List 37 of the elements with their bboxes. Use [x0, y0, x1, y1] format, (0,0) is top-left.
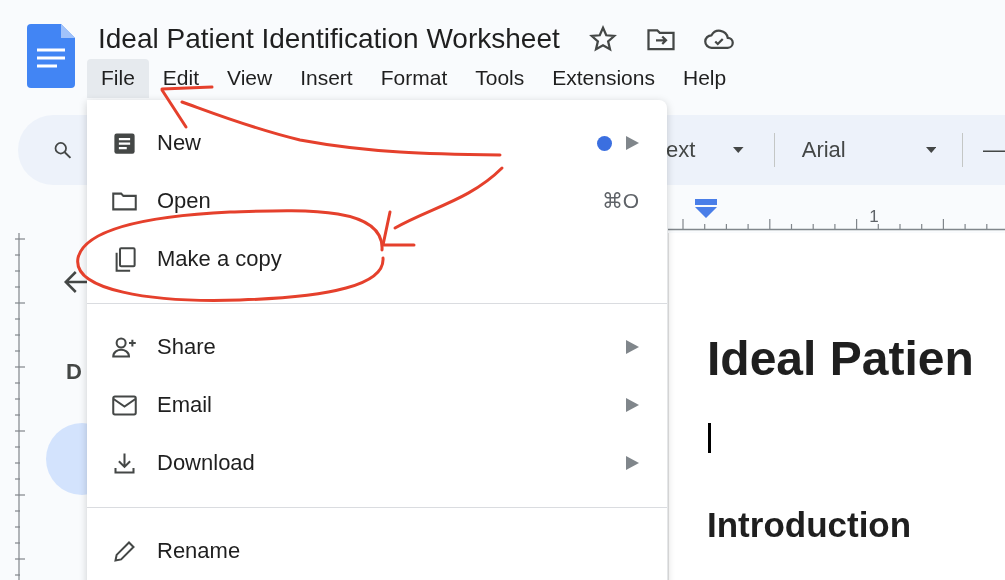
menu-entry[interactable]: Email [87, 376, 667, 434]
menu-item[interactable]: Insert [286, 59, 367, 98]
menu-entry-label: New [157, 130, 201, 156]
menu-entry[interactable]: Download [87, 434, 667, 492]
document-title[interactable]: Ideal Patient Identification Worksheet [98, 23, 560, 55]
menu-item[interactable]: View [213, 59, 287, 98]
menu-item[interactable]: Format [366, 59, 462, 98]
style-dropdown[interactable]: ext [666, 137, 696, 163]
menu-item[interactable]: File [87, 59, 149, 98]
ruler-number: 1 [869, 207, 879, 226]
menu-entry[interactable]: Make a copy [87, 230, 667, 288]
decrease-size-button[interactable]: — [983, 137, 1005, 163]
font-dropdown[interactable]: Arial [801, 137, 846, 163]
menu-entry-label: Make a copy [157, 246, 282, 272]
caret-icon[interactable] [925, 146, 937, 154]
text-cursor [708, 423, 711, 453]
menu-entry-label: Open [157, 188, 211, 214]
section-heading: Introduction [707, 505, 913, 545]
menu-entry-label: Download [157, 450, 255, 476]
menu-entry[interactable]: Share [87, 318, 667, 376]
star-icon[interactable] [587, 24, 618, 54]
docs-logo-icon[interactable] [27, 24, 75, 88]
menu-item[interactable]: Help [669, 59, 741, 98]
menu-entry[interactable]: Rename [87, 522, 667, 580]
menu-entry-label: Share [157, 334, 216, 360]
menu-entry[interactable]: Open ⌘O [87, 172, 667, 230]
menu-item[interactable]: Tools [461, 59, 539, 98]
document-heading: Ideal Patien [707, 335, 975, 383]
caret-icon[interactable] [733, 146, 744, 154]
outline-heading: D [66, 359, 82, 385]
menu-item[interactable]: Edit [148, 59, 214, 98]
menu-entry[interactable]: New [87, 114, 667, 172]
shortcut-text: ⌘O [601, 189, 639, 213]
menu-entry-label: Email [157, 392, 212, 418]
menu-item[interactable]: Extensions [538, 59, 669, 98]
indent-marker-icon[interactable] [695, 199, 717, 218]
menu-entry-label: Rename [157, 538, 241, 564]
